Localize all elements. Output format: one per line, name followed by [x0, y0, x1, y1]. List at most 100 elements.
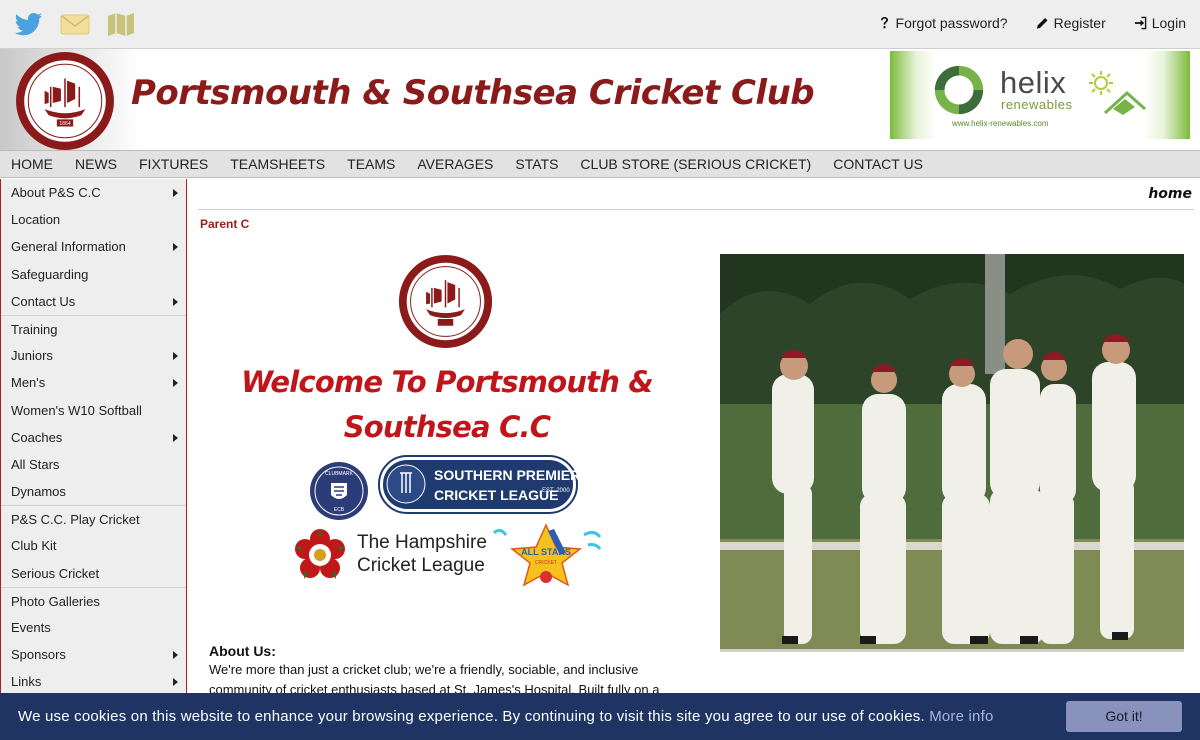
got-it-button[interactable]: Got it!	[1066, 701, 1182, 732]
submenu-arrow-icon	[173, 297, 178, 306]
cookie-banner: We use cookies on this website to enhanc…	[0, 693, 1200, 740]
sponsor-banner[interactable]: helix renewables www.helix-renewables.co…	[890, 51, 1190, 139]
map-icon[interactable]	[106, 10, 136, 38]
site-header: 1864 Portsmouth & Southsea Cricket Club …	[0, 49, 1200, 150]
sponsor-brand-sub: renewables	[1001, 97, 1073, 112]
sidebar-item-men-s[interactable]: Men's	[1, 369, 186, 396]
nav-item-stats[interactable]: STATS	[504, 151, 569, 177]
register-label: Register	[1053, 15, 1106, 31]
welcome-heading: Welcome To Portsmouth & Southsea C.C	[222, 360, 672, 450]
sidebar-item-about-p-s-c-c[interactable]: About P&S C.C	[1, 179, 186, 206]
sidebar-item-links[interactable]: Links	[1, 668, 186, 695]
login-label: Login	[1151, 15, 1186, 31]
welcome-line-2: Southsea C.C	[343, 410, 551, 444]
sidebar-item-contact-us[interactable]: Contact Us	[1, 288, 186, 315]
hampshire-line-1: The Hampshire	[357, 532, 487, 553]
sidebar-item-sponsors[interactable]: Sponsors	[1, 641, 186, 668]
submenu-arrow-icon	[173, 678, 178, 687]
sidebar-item-label: All Stars	[11, 456, 60, 472]
sidebar-menu: About P&S C.C Location General Information…	[0, 179, 187, 699]
envelope-icon[interactable]	[60, 10, 90, 38]
submenu-arrow-icon	[173, 243, 178, 252]
sidebar-item-label: General Information	[11, 239, 126, 255]
top-bar: Forgot password? Register Login	[0, 0, 1200, 49]
sidebar-item-photo-galleries[interactable]: Photo Galleries	[1, 586, 186, 614]
cookie-message-text: We use cookies on this website to enhanc…	[18, 708, 925, 725]
sidebar-item-women-s-w10-softball[interactable]: Women's W10 Softball	[1, 397, 186, 424]
sidebar-item-label: Safeguarding	[11, 266, 89, 282]
sidebar-item-coaches[interactable]: Coaches	[1, 424, 186, 451]
sidebar-item-label: Coaches	[11, 429, 63, 445]
parent-label: Parent C	[200, 217, 250, 231]
breadcrumb-home[interactable]: home	[1148, 186, 1192, 202]
sidebar-item-events[interactable]: Events	[1, 614, 186, 641]
login-link[interactable]: Login	[1134, 15, 1186, 31]
sidebar-item-label: About P&S C.C	[11, 185, 101, 200]
spl-line-2: CRICKET LEAGUE	[434, 487, 559, 503]
forgot-password-link[interactable]: Forgot password?	[878, 15, 1008, 31]
sidebar-item-serious-cricket[interactable]: Serious Cricket	[1, 560, 186, 587]
club-crest-logo[interactable]: 1864	[14, 50, 116, 152]
southern-premier-league-logo: SOUTHERN PREMIER CRICKET LEAGUE EST. 200…	[378, 455, 581, 514]
submenu-arrow-icon	[173, 651, 178, 660]
about-heading: About Us:	[209, 643, 276, 659]
spl-line-1: SOUTHERN PREMIER	[434, 467, 581, 483]
club-crest-image	[397, 253, 494, 350]
sidebar-item-label: Juniors	[11, 348, 53, 364]
sidebar-item-label: Photo Galleries	[11, 593, 100, 609]
twitter-icon[interactable]	[14, 10, 44, 38]
hampshire-league-text: The Hampshire Cricket League	[357, 531, 487, 577]
social-links	[14, 10, 136, 38]
sidebar-item-label: Links	[11, 674, 42, 690]
sidebar-item-safeguarding[interactable]: Safeguarding	[1, 261, 186, 288]
nav-item-contact-us[interactable]: CONTACT US	[822, 151, 934, 177]
cookie-message: We use cookies on this website to enhanc…	[18, 708, 994, 725]
nav-item-averages[interactable]: AVERAGES	[406, 151, 504, 177]
more-info-link[interactable]: More info	[929, 708, 993, 725]
site-title[interactable]: Portsmouth & Southsea Cricket Club	[131, 73, 815, 113]
sidebar-item-training[interactable]: Training	[1, 314, 186, 342]
sidebar-item-p-s-c-c-play-cricket[interactable]: P&S C.C. Play Cricket	[1, 505, 186, 532]
welcome-line-1: Welcome To Portsmouth &	[241, 365, 654, 399]
sidebar-item-label: Men's	[11, 375, 46, 391]
spl-est: EST. 2000	[542, 488, 570, 494]
allstars-text: ALL STARS	[521, 547, 571, 557]
clubmark-logo: CLUBMARK ECB	[309, 461, 369, 521]
pencil-icon	[1036, 17, 1048, 29]
divider	[198, 209, 1194, 210]
account-links: Forgot password? Register Login	[878, 15, 1186, 31]
hampshire-rose-logo	[292, 527, 348, 583]
solar-house-icon	[1089, 71, 1146, 115]
sidebar-item-label: Location	[11, 212, 61, 228]
nav-item-news[interactable]: NEWS	[64, 151, 128, 177]
crest-year: 1864	[59, 121, 70, 127]
sidebar-item-dynamos[interactable]: Dynamos	[1, 478, 186, 505]
submenu-arrow-icon	[173, 189, 178, 197]
register-link[interactable]: Register	[1036, 15, 1106, 31]
nav-item-fixtures[interactable]: FIXTURES	[128, 151, 219, 177]
sign-in-icon	[1134, 16, 1147, 30]
sidebar-item-location[interactable]: Location	[1, 206, 186, 233]
sidebar-item-label: Serious Cricket	[11, 565, 100, 581]
sidebar-item-juniors[interactable]: Juniors	[1, 342, 186, 369]
sidebar-item-label: Club Kit	[11, 538, 57, 554]
nav-item-club-store-serious-cricket[interactable]: CLUB STORE (SERIOUS CRICKET)	[569, 151, 822, 177]
sidebar-item-label: Training	[11, 321, 58, 337]
sidebar-item-all-stars[interactable]: All Stars	[1, 451, 186, 478]
sidebar-item-label: P&S C.C. Play Cricket	[11, 512, 140, 528]
all-stars-cricket-logo: ALL STARS CRICKET	[490, 523, 602, 587]
sidebar-item-club-kit[interactable]: Club Kit	[1, 532, 186, 559]
main-nav: HOME NEWS FIXTURES TEAMSHEETS TEAMS AVERAGES S…	[0, 150, 1200, 178]
nav-item-home[interactable]: HOME	[0, 151, 64, 177]
nav-item-teamsheets[interactable]: TEAMSHEETS	[219, 151, 336, 177]
submenu-arrow-icon	[173, 433, 178, 442]
nav-item-teams[interactable]: TEAMS	[336, 151, 406, 177]
sidebar-item-label: Events	[11, 620, 51, 635]
helix-logo-icon	[934, 65, 984, 115]
question-icon	[880, 17, 888, 29]
sidebar-item-general-information[interactable]: General Information	[1, 233, 186, 260]
allstars-sub: CRICKET	[535, 560, 557, 566]
submenu-arrow-icon	[173, 352, 178, 361]
ecb-text: ECB	[334, 507, 345, 513]
sidebar-item-label: Dynamos	[11, 484, 66, 500]
